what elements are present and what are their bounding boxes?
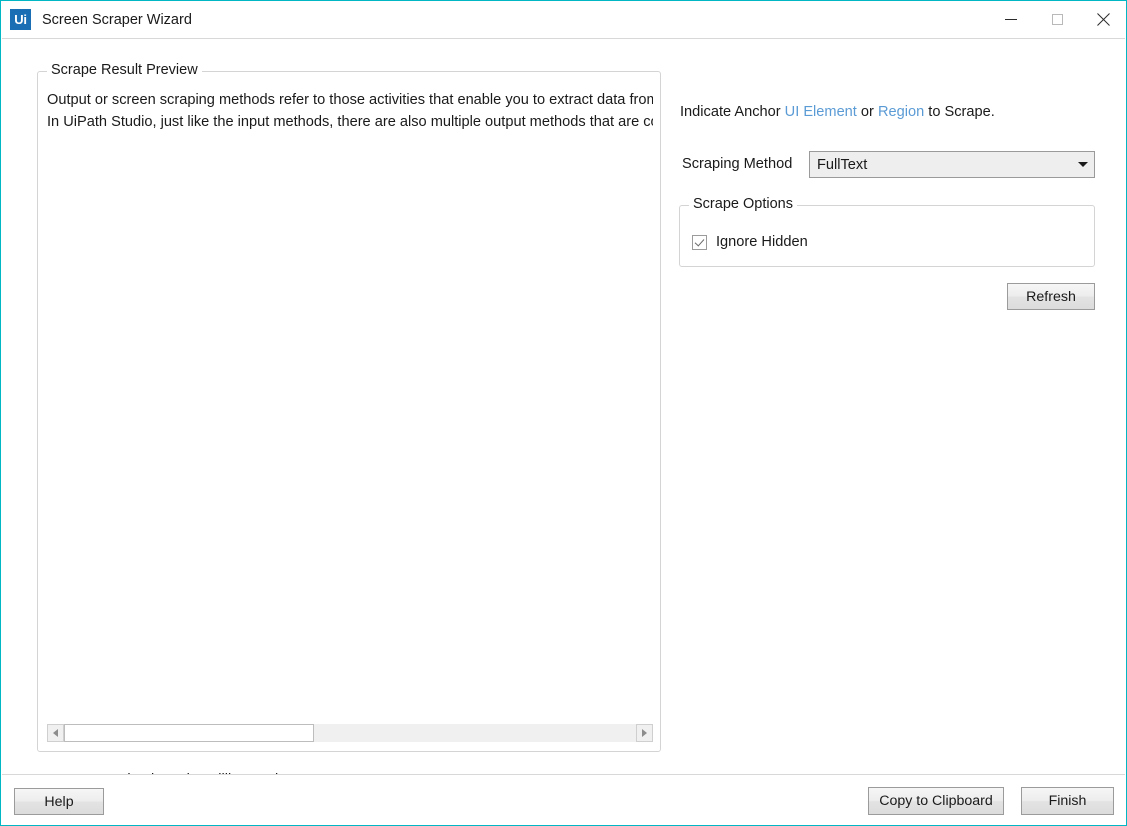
title-bar: Ui Screen Scraper Wizard [1,1,1126,38]
scraping-method-value: FullText [817,156,868,173]
scraping-method-dropdown[interactable]: FullText [809,151,1095,178]
help-button[interactable]: Help [14,788,104,815]
scraping-method-label: Scraping Method [682,156,793,172]
indicate-anchor-line: Indicate Anchor UI Element or Region to … [680,104,995,120]
copy-to-clipboard-button[interactable]: Copy to Clipboard [868,787,1004,815]
scrape-options-group: Scrape Options Ignore Hidden [679,196,1095,267]
maximize-button[interactable] [1034,1,1080,38]
indicate-anchor-suffix: to Scrape. [928,104,995,120]
indicate-anchor-prefix: Indicate Anchor [680,104,781,120]
scrollbar-thumb[interactable] [64,724,314,742]
title-bar-left: Ui Screen Scraper Wizard [1,9,988,30]
ignore-hidden-row[interactable]: Ignore Hidden [692,234,808,250]
scroll-left-icon [53,729,58,737]
window-controls [988,1,1126,38]
scroll-right-button[interactable] [636,724,653,742]
scroll-left-button[interactable] [47,724,64,742]
window-title: Screen Scraper Wizard [42,11,192,28]
region-link[interactable]: Region [878,104,924,120]
footer-bar: Help Copy to Clipboard Finish [2,775,1125,825]
scrape-result-preview-label: Scrape Result Preview [47,62,202,78]
ui-element-link[interactable]: UI Element [785,104,857,120]
refresh-button[interactable]: Refresh [1007,283,1095,310]
ignore-hidden-label: Ignore Hidden [716,234,808,250]
scroll-right-icon [642,729,647,737]
scrape-options-label: Scrape Options [689,196,797,212]
finish-button[interactable]: Finish [1021,787,1114,815]
minimize-button[interactable] [988,1,1034,38]
maximize-icon [1051,14,1063,25]
uipath-logo-icon: Ui [10,9,31,30]
scrape-result-preview-pane[interactable]: Output or screen scraping methods refer … [47,89,653,706]
screen-scraper-wizard-window: Ui Screen Scraper Wizard Scrape Result P… [0,0,1127,826]
ignore-hidden-checkbox[interactable] [692,234,707,250]
scrollbar-track[interactable] [64,724,636,742]
minimize-icon [1005,19,1017,20]
anchor-separator: or [860,104,874,120]
chevron-down-icon [1078,162,1088,167]
dropdown-arrow [1072,162,1094,167]
scrape-result-preview-group: Scrape Result Preview Output or screen s… [37,62,661,752]
dialog-content: Scrape Result Preview Output or screen s… [1,39,1126,788]
scrape-result-preview-text: Output or screen scraping methods refer … [47,92,653,130]
close-icon [1096,13,1110,27]
close-button[interactable] [1080,1,1126,38]
preview-horizontal-scrollbar[interactable] [47,724,653,742]
